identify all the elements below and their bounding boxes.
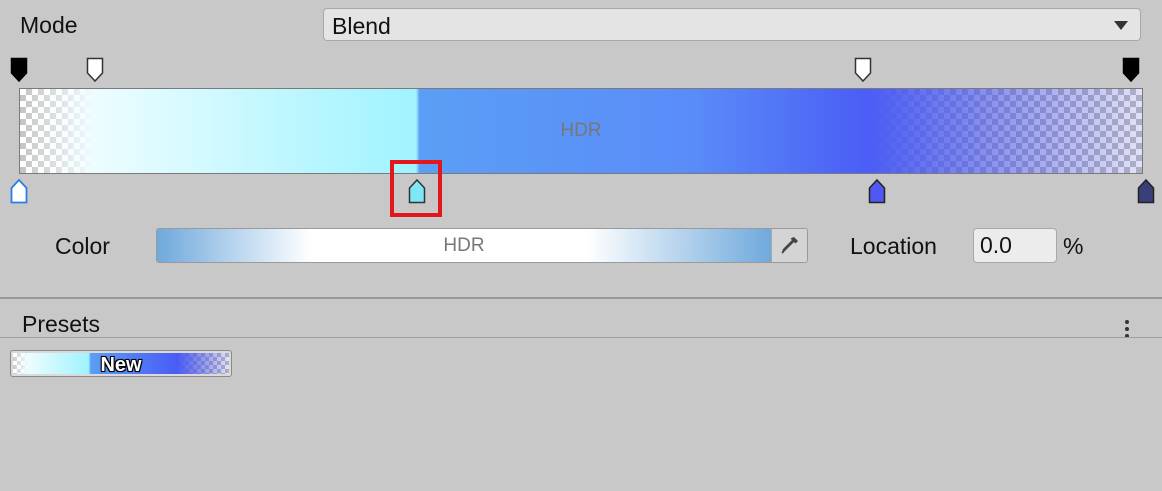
presets-title: Presets — [22, 311, 100, 337]
preset-item-new[interactable]: New — [10, 350, 232, 377]
presets-header-line — [0, 337, 1162, 338]
preset-label: New — [100, 354, 142, 376]
color-label: Color — [55, 233, 110, 259]
mode-dropdown[interactable]: Blend — [323, 8, 1141, 41]
color-field[interactable]: HDR — [156, 228, 808, 263]
color-key-1[interactable] — [10, 178, 28, 204]
percent-label: % — [1063, 233, 1084, 259]
location-label: Location — [850, 233, 937, 259]
gradient-preview[interactable]: HDR — [19, 88, 1143, 174]
eyedropper-button[interactable] — [771, 229, 807, 262]
color-key-3[interactable] — [868, 178, 886, 204]
alpha-key-1[interactable] — [10, 57, 28, 83]
alpha-key-3[interactable] — [854, 57, 872, 83]
mode-label: Mode — [20, 12, 78, 38]
preset-swatch: New — [13, 353, 229, 376]
color-hdr-label: HDR — [443, 235, 485, 256]
section-divider — [0, 297, 1162, 299]
dropdown-arrow-icon — [1114, 21, 1128, 30]
eyedropper-icon — [781, 237, 798, 254]
selected-key-highlight — [390, 160, 442, 217]
mode-dropdown-value: Blend — [332, 13, 391, 39]
alpha-key-2[interactable] — [86, 57, 104, 83]
gradient-hdr-label: HDR — [560, 120, 602, 141]
location-input[interactable]: 0.0 — [973, 228, 1057, 263]
color-key-4[interactable] — [1137, 178, 1155, 204]
alpha-key-4[interactable] — [1122, 57, 1140, 83]
